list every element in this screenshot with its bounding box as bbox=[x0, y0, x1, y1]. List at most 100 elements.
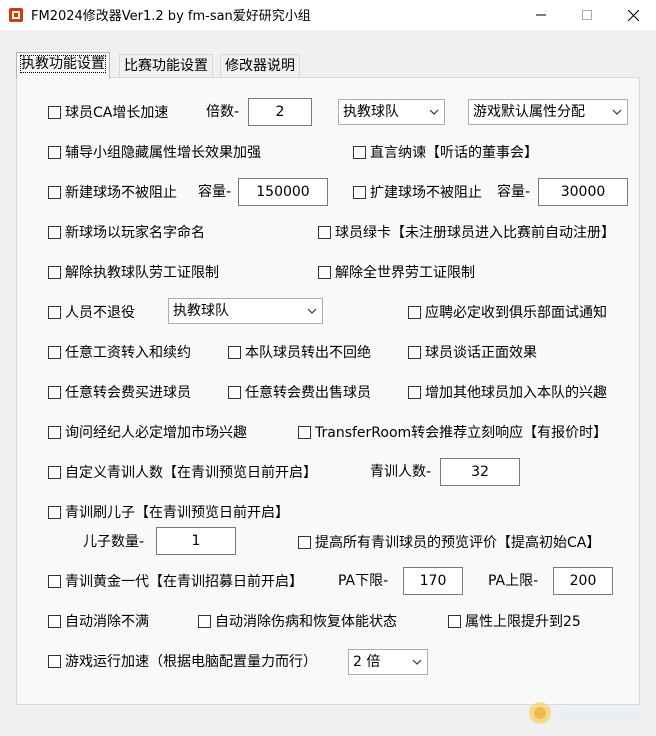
checkbox-box bbox=[48, 105, 61, 119]
auto-unhappy-checkbox[interactable]: 自动消除不满 bbox=[48, 611, 149, 631]
checkbox-label: 球员绿卡【未注册球员进入比赛前自动注册】 bbox=[335, 225, 615, 241]
checkbox-box bbox=[48, 145, 61, 159]
ca-distribution-select[interactable]: 游戏默认属性分配 bbox=[468, 99, 628, 125]
expand-stadium-checkbox[interactable]: 扩建球场不被阻止 bbox=[353, 182, 482, 202]
team-permit-checkbox[interactable]: 解除执教球队劳工证限制 bbox=[48, 262, 219, 282]
golden-generation-checkbox[interactable]: 青训黄金一代【在青训招募日前开启】 bbox=[48, 571, 303, 591]
minimize-button[interactable] bbox=[518, 0, 564, 30]
checkbox-label: 球员CA增长加速 bbox=[65, 105, 169, 121]
checkbox-label: 询问经纪人必定增加市场兴趣 bbox=[65, 425, 247, 441]
checkbox-label: 任意工资转入和续约 bbox=[65, 345, 191, 361]
checkbox-box bbox=[318, 225, 331, 239]
chevron-down-icon bbox=[307, 308, 317, 314]
son-count-input[interactable]: 1 bbox=[156, 527, 236, 555]
checkbox-label: 自定义青训人数【在青训预览日前开启】 bbox=[65, 465, 317, 481]
checkbox-box bbox=[48, 465, 61, 479]
select-value: 游戏默认属性分配 bbox=[473, 104, 585, 120]
checkbox-box bbox=[48, 225, 61, 239]
expand-capacity-label: 容量- bbox=[497, 184, 531, 200]
stadium-name-checkbox[interactable]: 新球场以玩家名字命名 bbox=[48, 222, 205, 242]
agent-interest-checkbox[interactable]: 询问经纪人必定增加市场兴趣 bbox=[48, 422, 247, 442]
checkbox-label: 新建球场不被阻止 bbox=[65, 185, 177, 201]
ca-growth-checkbox[interactable]: 球员CA增长加速 bbox=[48, 102, 168, 122]
youth-count-checkbox[interactable]: 自定义青训人数【在青训预览日前开启】 bbox=[48, 462, 317, 482]
minimize-icon bbox=[536, 14, 546, 16]
checkbox-box bbox=[48, 614, 61, 628]
checkbox-label: 解除全世界劳工证限制 bbox=[335, 265, 475, 281]
new-capacity-input[interactable]: 150000 bbox=[238, 178, 328, 206]
expand-capacity-input[interactable]: 30000 bbox=[538, 178, 628, 206]
youth-count-input[interactable]: 32 bbox=[440, 458, 520, 486]
job-interview-checkbox[interactable]: 应聘必定收到俱乐部面试通知 bbox=[408, 302, 607, 322]
chevron-down-icon bbox=[412, 659, 422, 665]
tab-instructions[interactable]: 修改器说明 bbox=[220, 54, 300, 78]
checkbox-label: 本队球员转出不回绝 bbox=[245, 345, 371, 361]
transferroom-checkbox[interactable]: TransferRoom转会推荐立刻响应【有报价时】 bbox=[298, 422, 607, 442]
tab-coaching-settings[interactable]: 执教功能设置 bbox=[16, 52, 110, 79]
chevron-down-icon bbox=[612, 109, 622, 115]
speed-up-checkbox[interactable]: 游戏运行加速（根据电脑配置量力而行） bbox=[48, 651, 317, 671]
world-permit-checkbox[interactable]: 解除全世界劳工证限制 bbox=[318, 262, 475, 282]
checkbox-box bbox=[48, 265, 61, 279]
tab-match-settings[interactable]: 比赛功能设置 bbox=[119, 54, 213, 78]
checkbox-box bbox=[48, 345, 61, 359]
direct-accept-checkbox[interactable]: 直言纳谏【听话的董事会】 bbox=[353, 142, 538, 162]
checkbox-box bbox=[408, 345, 421, 359]
close-button[interactable] bbox=[610, 0, 656, 30]
checkbox-box bbox=[298, 535, 311, 549]
no-refuse-checkbox[interactable]: 本队球员转出不回绝 bbox=[228, 342, 371, 362]
checkbox-box bbox=[198, 614, 211, 628]
checkbox-label: 扩建球场不被阻止 bbox=[370, 185, 482, 201]
window-title: FM2024修改器Ver1.2 by fm-san爱好研究小组 bbox=[31, 9, 311, 24]
talk-positive-checkbox[interactable]: 球员谈话正面效果 bbox=[408, 342, 537, 362]
any-wage-checkbox[interactable]: 任意工资转入和续约 bbox=[48, 342, 191, 362]
new-stadium-checkbox[interactable]: 新建球场不被阻止 bbox=[48, 182, 177, 202]
checkbox-box bbox=[48, 305, 61, 319]
title-bar[interactable]: FM2024修改器Ver1.2 by fm-san爱好研究小组 bbox=[0, 0, 656, 30]
checkbox-box bbox=[48, 505, 61, 519]
checkbox-box bbox=[48, 654, 61, 668]
checkbox-box bbox=[298, 425, 311, 439]
select-value: 执教球队 bbox=[343, 104, 399, 120]
pa-max-input[interactable]: 200 bbox=[553, 567, 613, 595]
checkbox-label: 辅导小组隐藏属性增长效果加强 bbox=[65, 145, 261, 161]
multiplier-input[interactable]: 2 bbox=[248, 98, 312, 126]
youth-preview-checkbox[interactable]: 提高所有青训球员的预览评价【提高初始CA】 bbox=[298, 532, 600, 552]
checkbox-label: 自动消除伤病和恢复体能状态 bbox=[215, 614, 397, 630]
select-value: 执教球队 bbox=[173, 303, 229, 319]
buy-any-fee-checkbox[interactable]: 任意转会费买进球员 bbox=[48, 382, 191, 402]
checkbox-label: 解除执教球队劳工证限制 bbox=[65, 265, 219, 281]
no-retire-checkbox[interactable]: 人员不退役 bbox=[48, 302, 135, 322]
sell-any-fee-checkbox[interactable]: 任意转会费出售球员 bbox=[228, 382, 371, 402]
watermark-logo bbox=[529, 702, 648, 724]
checkbox-box bbox=[48, 185, 61, 199]
auto-injury-checkbox[interactable]: 自动消除伤病和恢复体能状态 bbox=[198, 611, 397, 631]
checkbox-label: 增加其他球员加入本队的兴趣 bbox=[425, 385, 607, 401]
pa-min-input[interactable]: 170 bbox=[403, 567, 463, 595]
checkbox-label: 游戏运行加速（根据电脑配置量力而行） bbox=[65, 654, 317, 670]
checkbox-label: 属性上限提升到25 bbox=[465, 614, 581, 630]
no-retire-select[interactable]: 执教球队 bbox=[168, 298, 323, 324]
maximize-button[interactable] bbox=[564, 0, 610, 30]
green-card-checkbox[interactable]: 球员绿卡【未注册球员进入比赛前自动注册】 bbox=[318, 222, 615, 242]
checkbox-box bbox=[353, 185, 366, 199]
checkbox-label: 青训刷儿子【在青训预览日前开启】 bbox=[65, 505, 289, 521]
ca-team-select[interactable]: 执教球队 bbox=[338, 99, 445, 125]
pa-max-label: PA上限- bbox=[488, 573, 539, 589]
tab-label: 修改器说明 bbox=[225, 58, 295, 74]
new-capacity-label: 容量- bbox=[198, 184, 232, 200]
app-icon bbox=[9, 8, 23, 22]
checkbox-box bbox=[353, 145, 366, 159]
checkbox-box bbox=[448, 614, 461, 628]
youth-count-label: 青训人数- bbox=[370, 464, 432, 480]
checkbox-box bbox=[228, 385, 241, 399]
chevron-down-icon bbox=[429, 109, 439, 115]
youth-hidden-checkbox[interactable]: 辅导小组隐藏属性增长效果加强 bbox=[48, 142, 261, 162]
speed-select[interactable]: 2 倍 bbox=[348, 649, 428, 675]
youth-son-checkbox[interactable]: 青训刷儿子【在青训预览日前开启】 bbox=[48, 502, 289, 522]
checkbox-label: 自动消除不满 bbox=[65, 614, 149, 630]
attr-25-checkbox[interactable]: 属性上限提升到25 bbox=[448, 611, 581, 631]
interest-join-checkbox[interactable]: 增加其他球员加入本队的兴趣 bbox=[408, 382, 607, 402]
maximize-icon bbox=[582, 10, 592, 20]
checkbox-box bbox=[408, 385, 421, 399]
